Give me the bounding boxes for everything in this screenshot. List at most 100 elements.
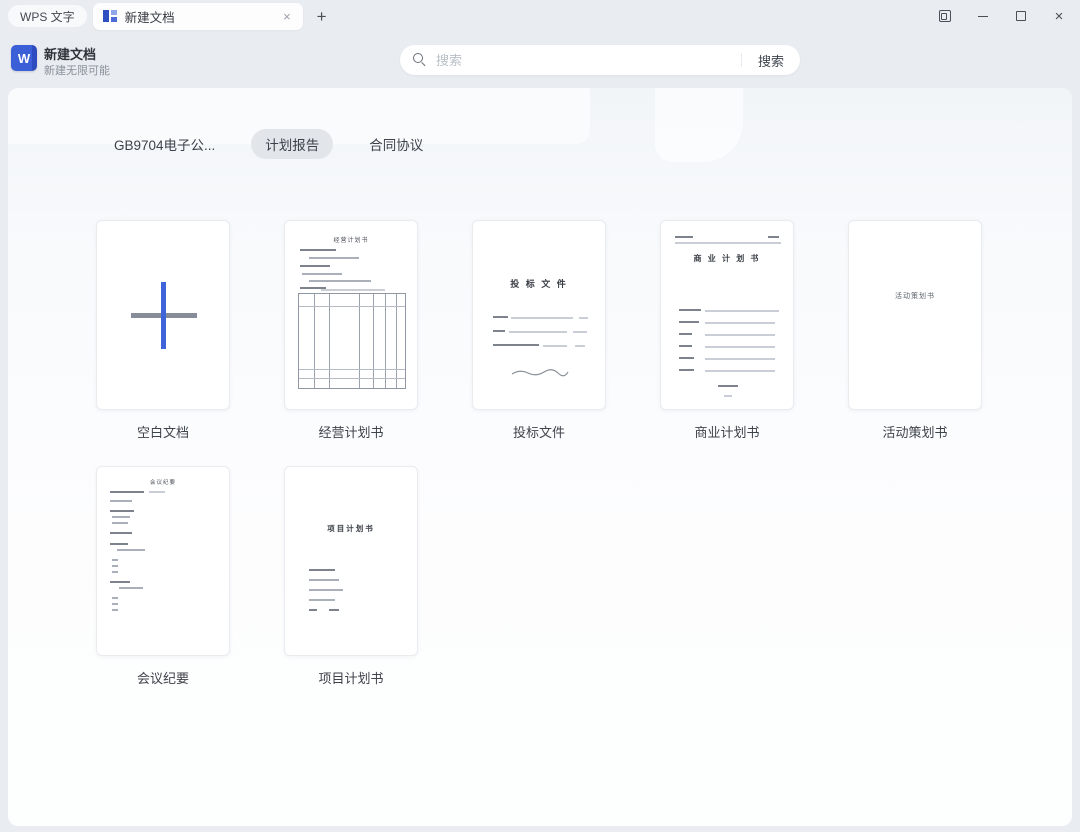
wps-menu-button[interactable]: WPS 文字 [8,5,87,27]
thumb-title: 商 业 计 划 书 [661,253,793,264]
category-gb9704[interactable]: GB9704电子公... [100,129,229,159]
doc-line [110,581,130,583]
doc-line [768,236,779,238]
panel-highlight [655,88,743,162]
thumb-title: 投 标 文 件 [473,277,605,290]
template-cell: 经营计划书 经营计划 [284,220,418,441]
maximize-button[interactable] [1010,5,1032,27]
template-grid: 空白文档 经营计划书 [96,220,984,687]
doc-line [705,370,775,372]
doc-thumbnail: 商 业 计 划 书 [661,221,793,409]
doc-line [509,331,567,333]
doc-mini-table [298,293,406,389]
doc-line [309,589,343,591]
window-controls: × [934,0,1070,32]
template-label: 经营计划书 [284,422,418,441]
doc-line [679,309,701,311]
doc-line [110,543,128,545]
doc-line [493,344,539,346]
search-button[interactable]: 搜索 [742,51,800,70]
page-title: 新建文档 [44,44,96,63]
doc-line [705,322,775,324]
doc-line [309,257,359,259]
doc-line [112,522,128,524]
doc-thumbnail: 会议纪要 [97,467,229,655]
doc-line [112,597,118,599]
page-subtitle: 新建无限可能 [44,62,110,78]
search-input[interactable] [436,53,741,68]
wps-menu-label: WPS 文字 [20,8,75,25]
category-plan-report[interactable]: 计划报告 [251,129,333,159]
tab-close-icon[interactable]: × [281,9,293,24]
doc-line [679,369,694,371]
thumb-title: 项目计划书 [285,523,417,534]
template-card-project-plan[interactable]: 项目计划书 [284,466,418,656]
wps-grid-icon [103,9,117,23]
titlebar: WPS 文字 新建文档 × + × [0,0,1080,32]
wps-writer-logo: W [11,45,37,71]
template-label: 商业计划书 [660,422,794,441]
template-cell: 商 业 计 划 书 [660,220,794,441]
doc-line [110,491,144,493]
doc-thumbnail: 投 标 文 件 [473,221,605,409]
blank-thumbnail [97,221,229,409]
category-contract[interactable]: 合同协议 [355,129,437,159]
tab-title: 新建文档 [125,7,281,26]
doc-line [112,559,118,561]
new-tab-button[interactable]: + [317,8,327,25]
doc-line [117,549,145,551]
doc-line [110,510,134,512]
template-card-business-plan[interactable]: 商 业 计 划 书 [660,220,794,410]
doc-line [705,310,779,312]
doc-line [112,609,118,611]
template-label: 空白文档 [96,422,230,441]
template-card-bid-document[interactable]: 投 标 文 件 [472,220,606,410]
doc-line [110,500,132,502]
doc-line [309,579,339,581]
plus-icon [161,282,166,349]
tab-new-document[interactable]: 新建文档 × [93,3,303,30]
doc-line [300,249,336,251]
template-cell: 项目计划书 项目计划书 [284,466,418,687]
minimize-button[interactable] [972,5,994,27]
doc-line [329,609,339,611]
doc-line [112,565,118,567]
doc-line [309,280,371,282]
doc-thumbnail: 经营计划书 [285,221,417,409]
maximize-icon [1016,11,1026,21]
doc-line [705,358,775,360]
doc-line [119,587,143,589]
header: W 新建文档 新建无限可能 搜索 [0,32,1080,88]
doc-line [110,532,132,534]
doc-thumbnail: 项目计划书 [285,467,417,655]
doc-line [705,346,775,348]
template-card-business-operation[interactable]: 经营计划书 [284,220,418,410]
template-cell: 会议纪要 [96,466,230,687]
doc-line [679,321,699,323]
doc-line [302,273,342,275]
doc-line [573,331,587,333]
close-button[interactable]: × [1048,5,1070,27]
template-card-event-plan[interactable]: 活动策划书 [848,220,982,410]
doc-line [149,491,165,493]
template-cell-blank: 空白文档 [96,220,230,441]
search-icon [413,53,427,67]
template-label: 会议纪要 [96,668,230,687]
template-label: 活动策划书 [848,422,982,441]
dock-icon [939,10,951,22]
search-bar[interactable]: 搜索 [400,45,800,75]
doc-line [112,603,118,605]
doc-line [112,571,118,573]
minimize-icon [978,16,988,17]
doc-line [675,242,781,244]
dock-window-button[interactable] [934,5,956,27]
signature-squiggle [510,367,570,377]
category-tabs: GB9704电子公... 计划报告 合同协议 [100,130,437,158]
doc-line [321,289,385,291]
template-card-blank[interactable] [96,220,230,410]
doc-line [493,316,508,318]
doc-line [679,357,694,359]
template-card-meeting-minutes[interactable]: 会议纪要 [96,466,230,656]
thumb-title: 会议纪要 [97,478,229,486]
doc-line [309,609,317,611]
